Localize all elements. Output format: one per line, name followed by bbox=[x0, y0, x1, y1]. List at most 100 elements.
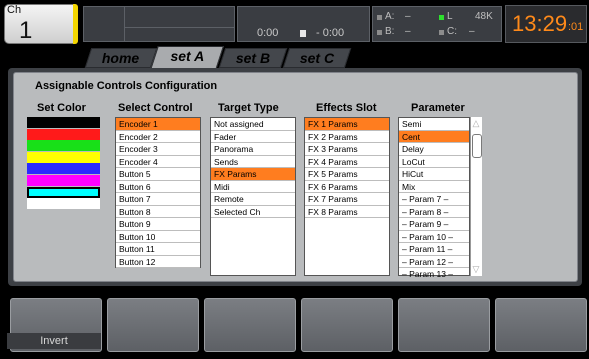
parameter-item[interactable]: – Param 12 – bbox=[399, 256, 469, 268]
select-control-item[interactable]: Button 12 bbox=[116, 256, 200, 268]
clock-seconds: :01 bbox=[568, 21, 584, 33]
select-control-item[interactable]: Button 6 bbox=[116, 181, 200, 193]
status-display: A: – B: – L 48K C: – bbox=[372, 6, 502, 42]
slot-c-indicator-icon bbox=[439, 30, 444, 35]
parameter-list[interactable]: Semi Cent Delay LoCut HiCut Mix – Param 7 – – P… bbox=[398, 117, 470, 281]
parameter-item[interactable]: Cent bbox=[399, 130, 469, 143]
soft-button-6[interactable] bbox=[495, 298, 587, 352]
effects-slot-item[interactable]: FX 5 Params bbox=[305, 168, 389, 181]
effects-slot-item[interactable]: FX 6 Params bbox=[305, 181, 389, 193]
soft-button-3[interactable] bbox=[204, 298, 296, 352]
tab-set-c-label: set C bbox=[299, 50, 334, 66]
select-control-item[interactable]: Button 5 bbox=[116, 168, 200, 181]
channel-number: 1 bbox=[19, 17, 33, 44]
target-type-list[interactable]: Not assigned Fader Panorama Sends FX Params M… bbox=[210, 117, 296, 276]
target-type-item[interactable]: Selected Ch bbox=[211, 206, 295, 218]
meter-cell bbox=[124, 7, 234, 28]
scroll-down-icon[interactable]: ▽ bbox=[471, 264, 481, 274]
select-control-list[interactable]: Encoder 1 Encoder 2 Encoder 3 Encoder 4 Butt… bbox=[115, 117, 201, 268]
effects-slot-item[interactable]: FX 3 Params bbox=[305, 143, 389, 156]
soft-button-2[interactable] bbox=[107, 298, 199, 352]
select-control-item[interactable]: Encoder 1 bbox=[116, 118, 200, 131]
select-control-item[interactable]: Button 11 bbox=[116, 243, 200, 256]
scroll-thumb[interactable] bbox=[472, 134, 482, 158]
parameter-item[interactable]: – Param 13 – bbox=[399, 268, 469, 281]
color-swatch[interactable] bbox=[27, 186, 100, 198]
parameter-header: Parameter bbox=[411, 102, 465, 114]
parameter-item[interactable]: – Param 7 – bbox=[399, 193, 469, 206]
select-control-header: Select Control bbox=[118, 102, 193, 114]
color-swatch[interactable] bbox=[27, 163, 100, 175]
color-swatch[interactable] bbox=[27, 117, 100, 128]
slot-c-label: C: bbox=[447, 26, 457, 37]
meter-cell bbox=[84, 7, 125, 41]
tab-set-b[interactable]: set B bbox=[218, 48, 288, 68]
soft-button-4[interactable] bbox=[301, 298, 393, 352]
effects-slot-item[interactable]: FX 7 Params bbox=[305, 193, 389, 206]
slot-b-value: – bbox=[405, 26, 411, 37]
target-type-item[interactable]: Panorama bbox=[211, 143, 295, 156]
parameter-item[interactable]: Mix bbox=[399, 181, 469, 193]
effects-slot-header: Effects Slot bbox=[316, 102, 377, 114]
tab-home-label: home bbox=[102, 50, 140, 66]
target-type-item[interactable]: Sends bbox=[211, 156, 295, 168]
effects-slot-item[interactable]: FX 2 Params bbox=[305, 131, 389, 143]
meter-display bbox=[83, 6, 235, 42]
slot-b-indicator-icon bbox=[377, 30, 382, 35]
time-elapsed: 0:00 bbox=[257, 27, 279, 39]
tab-set-a[interactable]: set A bbox=[150, 46, 224, 70]
select-control-item[interactable]: Encoder 2 bbox=[116, 131, 200, 143]
select-control-item[interactable]: Button 8 bbox=[116, 206, 200, 218]
lock-indicator-icon bbox=[439, 15, 444, 20]
color-swatch[interactable] bbox=[27, 140, 100, 152]
target-type-item[interactable]: Midi bbox=[211, 181, 295, 193]
channel-display[interactable]: Ch 1 bbox=[4, 4, 78, 44]
parameter-scrollbar[interactable]: △ ▽ bbox=[470, 117, 482, 276]
clock-display: 13:29 :01 bbox=[505, 5, 587, 43]
soft-button-5[interactable] bbox=[398, 298, 490, 352]
color-swatch[interactable] bbox=[27, 128, 100, 140]
slot-b-label: B: bbox=[385, 26, 395, 37]
target-type-item[interactable]: Fader bbox=[211, 131, 295, 143]
target-type-item[interactable]: FX Params bbox=[211, 168, 295, 181]
invert-button-label[interactable]: Invert bbox=[7, 333, 101, 349]
color-swatch[interactable] bbox=[27, 175, 100, 186]
lock-label: L bbox=[447, 11, 453, 22]
clock-time: 13:29 bbox=[512, 11, 568, 36]
tab-set-a-label: set A bbox=[170, 48, 205, 64]
tab-set-c[interactable]: set C bbox=[282, 48, 352, 68]
set-color-header: Set Color bbox=[37, 102, 86, 114]
target-type-item[interactable]: Not assigned bbox=[211, 118, 295, 131]
parameter-item[interactable]: LoCut bbox=[399, 156, 469, 168]
scroll-up-icon[interactable]: △ bbox=[471, 118, 481, 128]
tab-home[interactable]: home bbox=[84, 48, 158, 68]
stop-icon bbox=[300, 30, 306, 37]
tab-set-b-label: set B bbox=[235, 50, 270, 66]
effects-slot-item[interactable]: FX 8 Params bbox=[305, 206, 389, 218]
slot-a-label: A: bbox=[385, 11, 395, 22]
parameter-item[interactable]: – Param 11 – bbox=[399, 243, 469, 256]
effects-slot-list[interactable]: FX 1 Params FX 2 Params FX 3 Params FX 4 Pa… bbox=[304, 117, 390, 276]
parameter-item[interactable]: Delay bbox=[399, 143, 469, 156]
select-control-item[interactable]: Button 10 bbox=[116, 231, 200, 243]
color-swatch[interactable] bbox=[27, 151, 100, 163]
effects-slot-item[interactable]: FX 4 Params bbox=[305, 156, 389, 168]
select-control-item[interactable]: Button 9 bbox=[116, 218, 200, 231]
parameter-item[interactable]: HiCut bbox=[399, 168, 469, 181]
parameter-item[interactable]: Semi bbox=[399, 118, 469, 131]
effects-slot-item[interactable]: FX 1 Params bbox=[305, 118, 389, 131]
parameter-item[interactable]: – Param 9 – bbox=[399, 218, 469, 231]
channel-color-stripe bbox=[73, 4, 78, 44]
parameter-item[interactable]: – Param 8 – bbox=[399, 206, 469, 218]
select-control-item[interactable]: Button 7 bbox=[116, 193, 200, 206]
sample-rate: 48K bbox=[475, 11, 493, 22]
page-title: Assignable Controls Configuration bbox=[35, 80, 218, 92]
transport-display: 0:00 - 0:00 bbox=[237, 6, 370, 42]
slot-a-indicator-icon bbox=[377, 15, 382, 20]
select-control-item[interactable]: Encoder 3 bbox=[116, 143, 200, 156]
target-type-item[interactable]: Remote bbox=[211, 193, 295, 206]
color-swatch[interactable] bbox=[27, 198, 100, 210]
select-control-item[interactable]: Encoder 4 bbox=[116, 156, 200, 168]
parameter-item[interactable]: – Param 10 – bbox=[399, 231, 469, 243]
slot-c-value: – bbox=[469, 26, 475, 37]
